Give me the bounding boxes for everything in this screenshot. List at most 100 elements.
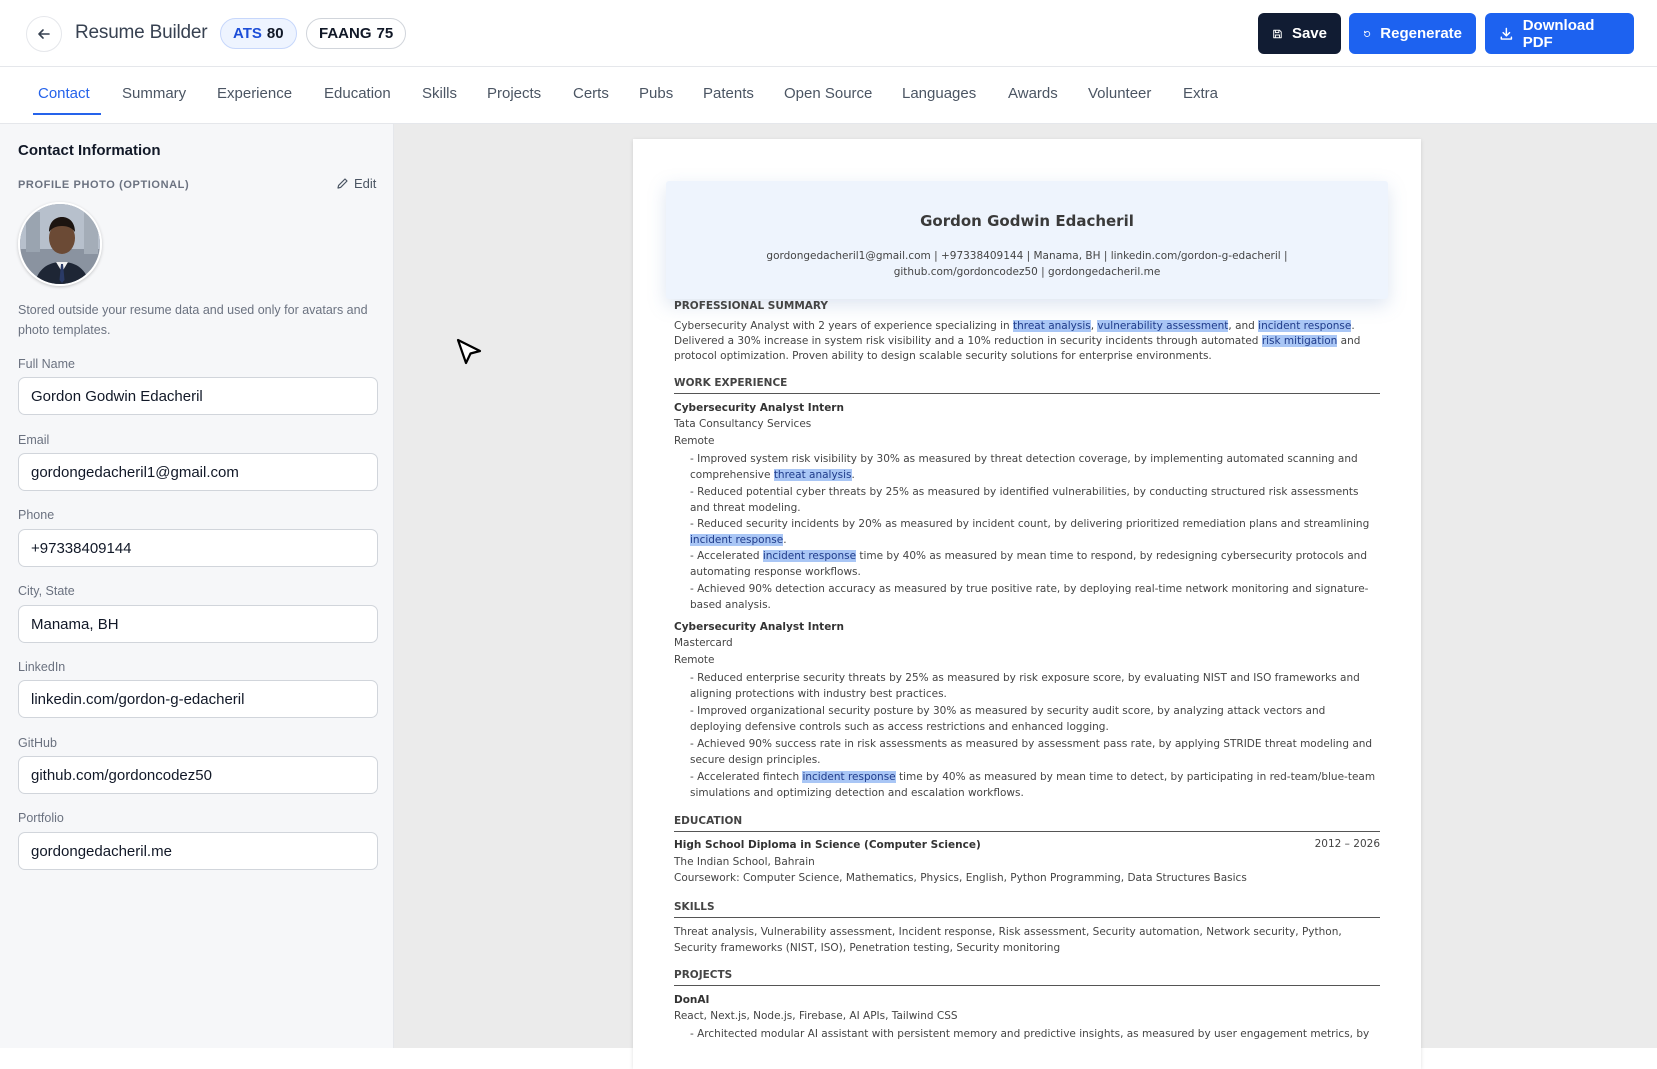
job-bullet: - Accelerated incident response time by … xyxy=(690,548,1380,580)
tab-summary[interactable]: Summary xyxy=(122,85,186,102)
tab-awards[interactable]: Awards xyxy=(1008,85,1058,102)
text-run: - Reduced enterprise security threats by… xyxy=(690,672,1360,700)
back-button[interactable] xyxy=(26,16,62,52)
tab-projects[interactable]: Projects xyxy=(487,85,541,102)
keyword-highlight: threat analysis xyxy=(773,469,852,481)
email-field[interactable] xyxy=(18,453,378,491)
resume-contact-line: gordongedacheril1@gmail.com | +973384091… xyxy=(766,250,1288,278)
job-bullet: - Achieved 90% detection accuracy as mea… xyxy=(690,581,1380,613)
text-run: - Accelerated xyxy=(690,550,763,562)
ats-score: 80 xyxy=(266,25,284,42)
save-button[interactable]: Save xyxy=(1258,13,1341,54)
tab-patents[interactable]: Patents xyxy=(703,85,754,102)
edit-photo-link[interactable]: Edit xyxy=(336,176,376,191)
job-location: Remote xyxy=(674,435,715,447)
full-name-label: Full Name xyxy=(18,357,75,371)
tab-skills[interactable]: Skills xyxy=(422,85,457,102)
regenerate-label: Regenerate xyxy=(1380,25,1462,42)
github-label: GitHub xyxy=(18,736,57,750)
city-state-field[interactable] xyxy=(18,605,378,643)
portfolio-field[interactable] xyxy=(18,832,378,870)
keyword-highlight: risk mitigation xyxy=(1261,335,1338,347)
keyword-highlight: incident response xyxy=(690,534,784,546)
tab-open-source[interactable]: Open Source xyxy=(784,85,872,102)
experience-heading: WORK EXPERIENCE xyxy=(674,377,1380,394)
text-run: . xyxy=(783,534,787,546)
education-school: The Indian School, Bahrain xyxy=(674,856,815,868)
summary-heading: PROFESSIONAL SUMMARY xyxy=(674,300,829,312)
refresh-icon xyxy=(1364,30,1371,37)
projects-heading: PROJECTS xyxy=(674,969,1380,986)
resume-name: Gordon Godwin Edacheril xyxy=(920,212,1134,230)
text-run: Cybersecurity Analyst with 2 years of ex… xyxy=(674,320,1013,332)
portfolio-label: Portfolio xyxy=(18,811,64,825)
phone-field[interactable] xyxy=(18,529,378,567)
job-title: Cybersecurity Analyst Intern xyxy=(674,402,844,414)
tab-experience[interactable]: Experience xyxy=(217,85,292,102)
skills-text: Threat analysis, Vulnerability assessmen… xyxy=(674,926,1342,954)
phone-label: Phone xyxy=(18,508,55,522)
keyword-highlight: incident response xyxy=(1258,320,1352,332)
tab-contact[interactable]: Contact xyxy=(38,85,90,102)
faang-score: 75 xyxy=(376,25,394,42)
job-title: Cybersecurity Analyst Intern xyxy=(674,621,844,633)
job-bullet: - Reduced security incidents by 20% as m… xyxy=(690,516,1380,548)
job-bullet: - Improved system risk visibility by 30%… xyxy=(690,451,1380,483)
ats-label: ATS xyxy=(233,25,262,42)
top-bar: Resume Builder ATS 80 FAANG 75 Save Regene… xyxy=(0,0,1657,67)
photo-label: PROFILE PHOTO (OPTIONAL) xyxy=(18,179,190,191)
download-label: Download PDF xyxy=(1522,16,1595,51)
job-location: Remote xyxy=(674,654,715,666)
city-state-label: City, State xyxy=(18,584,75,598)
regenerate-button[interactable]: Regenerate xyxy=(1349,13,1476,54)
github-field[interactable] xyxy=(18,756,378,794)
tab-pubs[interactable]: Pubs xyxy=(639,85,673,102)
text-run: . xyxy=(851,469,855,481)
tab-languages[interactable]: Languages xyxy=(902,85,976,102)
text-run: , and xyxy=(1228,320,1259,332)
linkedin-field[interactable] xyxy=(18,680,378,718)
full-name-field[interactable] xyxy=(18,377,378,415)
text-run: - Reduced security incidents by 20% as m… xyxy=(690,518,1370,530)
tab-volunteer[interactable]: Volunteer xyxy=(1088,85,1151,102)
photo-note: Stored outside your resume data and used… xyxy=(18,303,368,337)
text-run: - Improved organizational security postu… xyxy=(690,705,1326,733)
faang-score-badge: FAANG 75 xyxy=(306,18,407,49)
pencil-icon xyxy=(337,178,348,189)
text-run: - Accelerated fintech xyxy=(690,771,803,783)
download-icon xyxy=(1500,27,1513,40)
project-stack: React, Next.js, Node.js, Firebase, AI AP… xyxy=(674,1010,958,1022)
active-tab-indicator xyxy=(33,113,101,115)
job-bullet: - Accelerated fintech incident response … xyxy=(690,769,1380,801)
contact-form-panel: Contact Information PROFILE PHOTO (OPTIO… xyxy=(0,124,394,1048)
job-company: Mastercard xyxy=(674,637,733,649)
tab-education[interactable]: Education xyxy=(324,85,391,102)
skills-heading: SKILLS xyxy=(674,901,1380,918)
project-name: DonAI xyxy=(674,994,710,1006)
resume-header: Gordon Godwin Edacheril gordongedacheril… xyxy=(666,181,1388,299)
email-label: Email xyxy=(18,433,50,447)
section-tabs: Contact Summary Experience Education Ski… xyxy=(0,67,1657,124)
keyword-highlight: vulnerability assessment xyxy=(1097,320,1229,332)
faang-label: FAANG xyxy=(319,25,372,42)
project-bullet: - Architected modular AI assistant with … xyxy=(690,1028,1370,1040)
job-bullet: - Improved organizational security postu… xyxy=(690,703,1380,735)
tab-extra[interactable]: Extra xyxy=(1183,85,1218,102)
page-title: Resume Builder xyxy=(75,22,208,43)
job-company: Tata Consultancy Services xyxy=(674,418,812,430)
education-years: 2012 – 2026 xyxy=(1314,838,1380,850)
text-run: - Reduced potential cyber threats by 25%… xyxy=(690,486,1359,514)
keyword-highlight: incident response xyxy=(762,550,857,562)
ats-score-badge: ATS 80 xyxy=(220,18,297,49)
education-heading: EDUCATION xyxy=(674,815,1380,832)
edit-label: Edit xyxy=(354,176,377,191)
job-bullet: - Reduced enterprise security threats by… xyxy=(690,670,1380,702)
resume-page: Gordon Godwin Edacheril gordongedacheril… xyxy=(633,139,1421,1069)
form-heading: Contact Information xyxy=(18,142,161,159)
tab-certs[interactable]: Certs xyxy=(573,85,609,102)
keyword-highlight: incident response xyxy=(802,771,896,783)
text-run: - Achieved 90% detection accuracy as mea… xyxy=(690,583,1369,611)
keyword-highlight: threat analysis xyxy=(1012,320,1091,332)
download-pdf-button[interactable]: Download PDF xyxy=(1485,13,1634,54)
save-label: Save xyxy=(1291,25,1327,42)
